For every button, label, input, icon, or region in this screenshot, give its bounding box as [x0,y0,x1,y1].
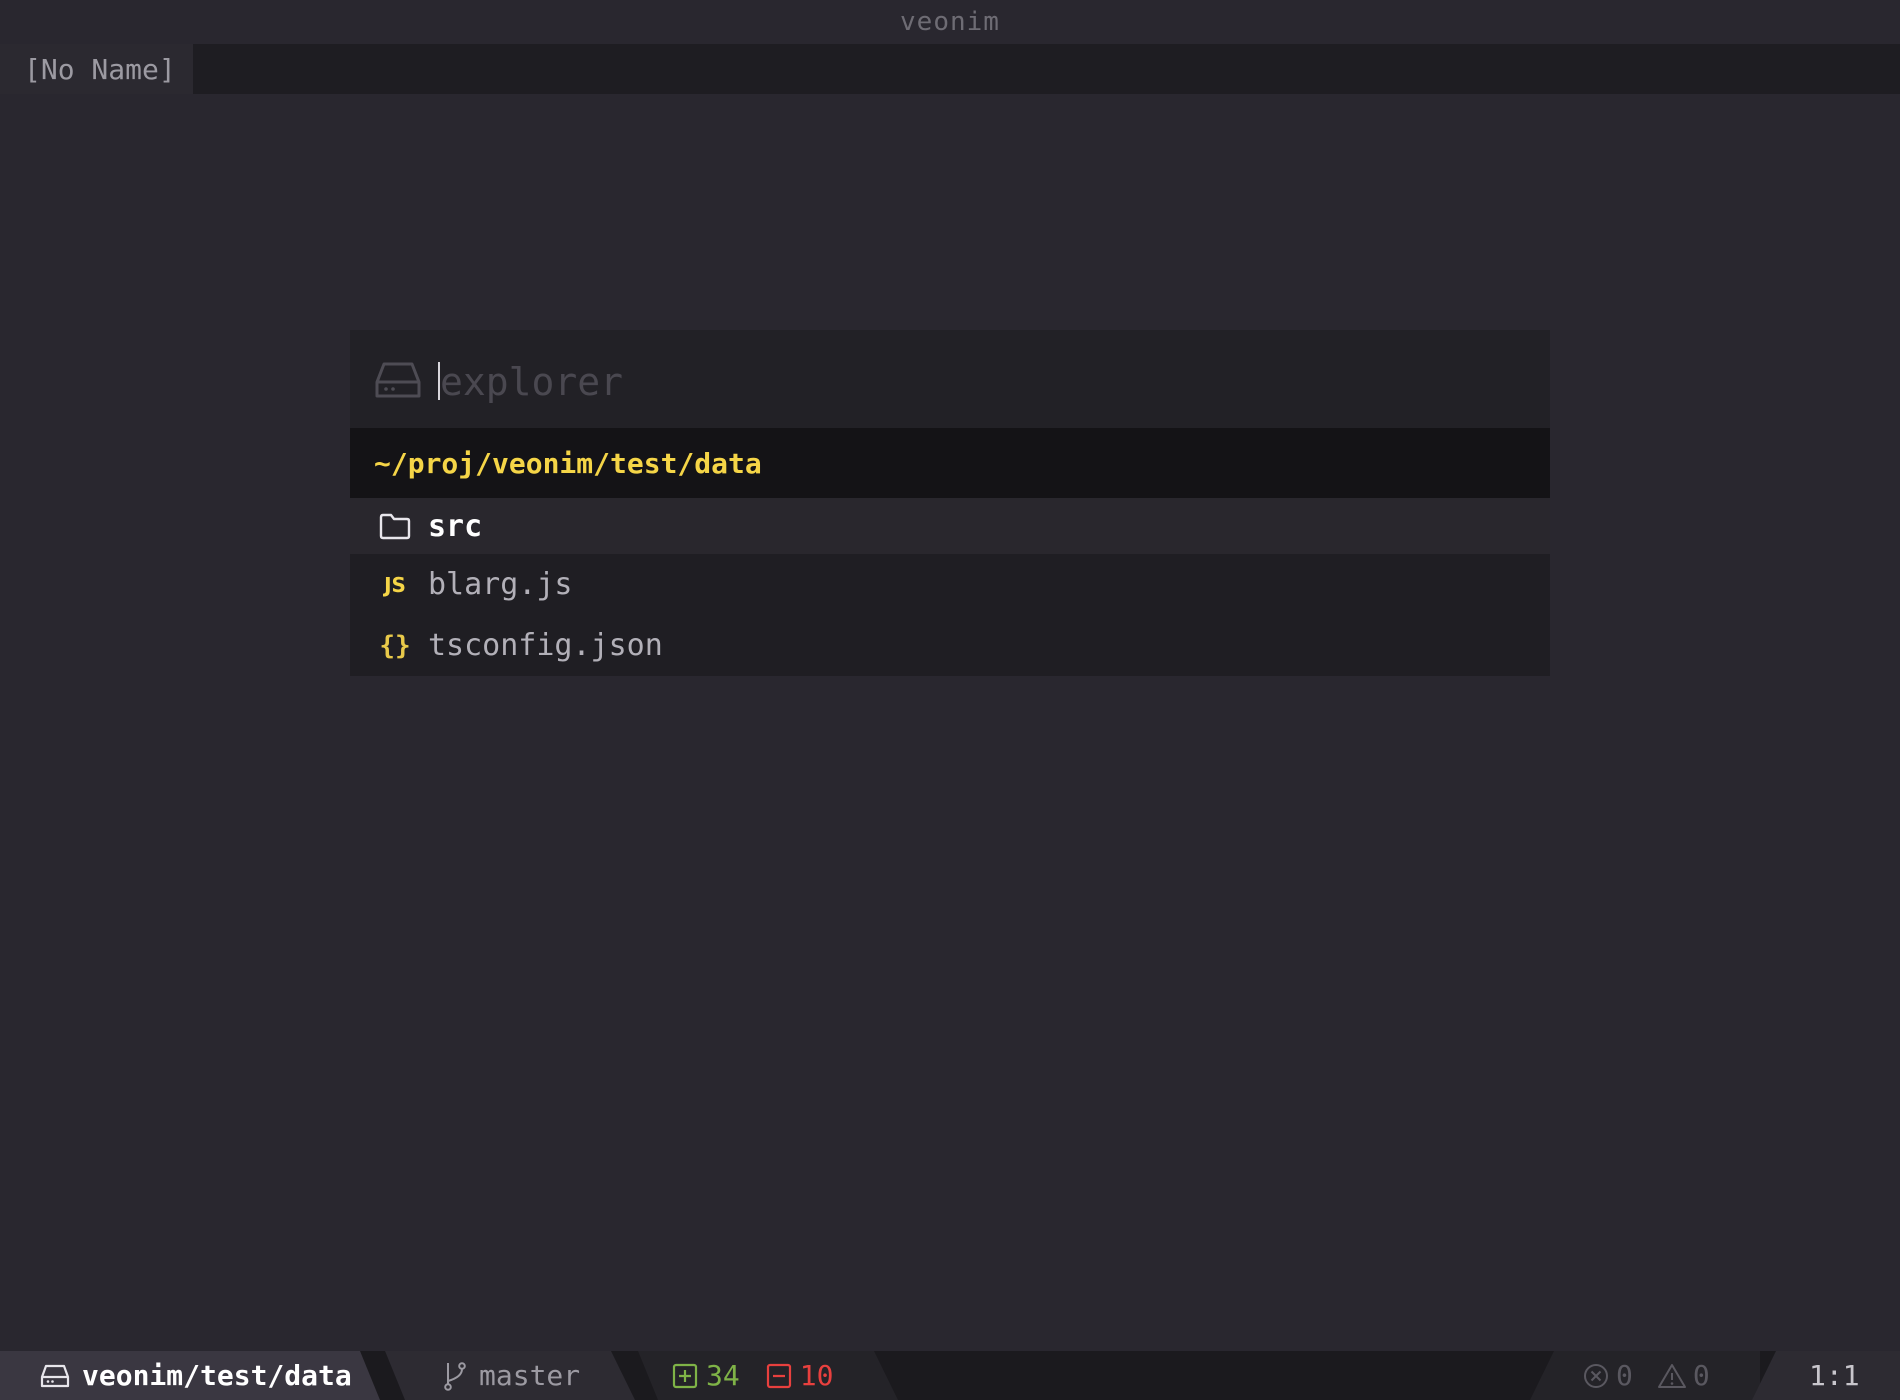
deletions-count: 10 [799,1359,834,1392]
list-item-blarg-js[interactable]: JS blarg.js [350,554,1550,615]
tabline: [No Name] [0,44,1900,94]
status-line: veonim/test/data master 34 10 0 0 1:1 [0,1351,1900,1400]
window-title: veonim [900,7,1000,37]
cursor-position: 1:1 [1809,1359,1860,1392]
hard-drive-icon [40,1363,70,1389]
list-item-tsconfig-json[interactable]: {} tsconfig.json [350,615,1550,676]
explorer-search-input[interactable]: explorer [440,360,623,404]
additions-count: 34 [706,1359,740,1392]
list-item-label: src [428,508,483,544]
current-directory-path: ~/proj/veonim/test/data [350,428,1550,498]
hard-drive-icon [374,358,422,402]
explorer-panel: explorer ~/proj/veonim/test/data src JS … [350,330,1550,676]
status-cursor-position[interactable]: 1:1 [1752,1351,1900,1400]
list-item-src[interactable]: src [350,498,1550,554]
branch-name: master [479,1359,581,1392]
plus-square-icon [672,1363,698,1389]
title-bar: veonim [0,0,1900,44]
list-item-label: tsconfig.json [428,628,663,663]
error-count: 0 [1616,1359,1633,1392]
javascript-file-icon: JS [384,572,406,597]
status-git-diff[interactable]: 34 10 [638,1351,898,1400]
json-file-icon: {} [379,630,411,661]
directory-path-text: ~/proj/veonim/test/data [374,446,762,480]
list-item-label: blarg.js [428,567,573,602]
warning-count: 0 [1692,1359,1710,1392]
status-branch[interactable]: master [385,1351,635,1400]
minus-square-icon [766,1363,792,1389]
project-name: veonim/test/data [82,1359,352,1392]
explorer-input-row[interactable]: explorer [350,330,1550,428]
error-circle-icon [1582,1362,1610,1390]
status-project[interactable]: veonim/test/data [0,1351,380,1400]
git-branch-icon [441,1361,469,1391]
tab-label: [No Name] [24,52,176,86]
tab-no-name[interactable]: [No Name] [0,44,193,94]
status-diagnostics[interactable]: 0 0 [1530,1351,1760,1400]
folder-icon [378,509,412,543]
app-window: veonim [No Name] explorer ~/proj/veonim/… [0,0,1900,1400]
warning-triangle-icon [1657,1362,1687,1390]
